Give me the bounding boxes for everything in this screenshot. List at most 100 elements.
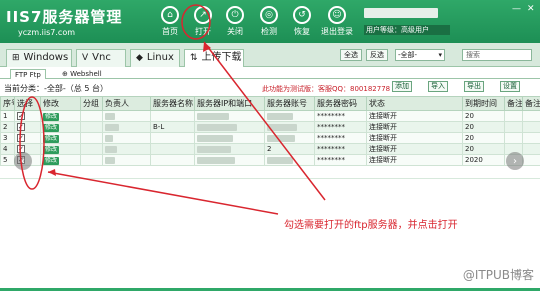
top-toolbar: IIS7服务器管理 yczm.iis7.com ⌂ 首页 ↗ 打开 ⏻ 关闭 ◎…: [0, 0, 540, 43]
user-level: 用户等级：高级用户: [364, 25, 450, 35]
redacted-ip: [197, 134, 233, 142]
tab-linux[interactable]: ◆ Linux: [130, 49, 180, 67]
tab-label: 上传下载: [201, 52, 242, 63]
password-cell: ********: [314, 154, 367, 166]
tab-label: Linux: [146, 52, 174, 63]
col-header: 备注1: [504, 96, 523, 111]
edit-button[interactable]: 修改: [43, 134, 60, 143]
scroll-right-icon[interactable]: ›: [506, 152, 524, 170]
subtab-label: Webshell: [70, 70, 102, 78]
settings-button[interactable]: 设置: [500, 81, 520, 92]
redacted-ip: [197, 112, 229, 120]
arrow-head-checkbox: [48, 169, 56, 176]
redacted-owner: [105, 156, 115, 164]
row-checkbox[interactable]: ✓: [17, 134, 25, 142]
password-cell: ********: [314, 110, 367, 122]
watermark: @ITPUB博客: [462, 268, 534, 282]
status-cell: 连接断开: [366, 110, 463, 122]
webshell-icon: ⊕: [62, 70, 71, 78]
tab-label: Vnc: [92, 52, 111, 63]
logout-button[interactable]: ☺ 退出登录: [318, 6, 356, 37]
detect-button[interactable]: ◎ 检测: [252, 6, 286, 37]
name-cell: [150, 110, 195, 122]
detect-label: 检测: [261, 27, 277, 36]
subtab-ftp[interactable]: FTP Ftp: [10, 69, 46, 79]
col-header: 服务器名称: [150, 96, 195, 111]
transfer-icon: ⇅: [190, 53, 198, 63]
restore-icon: ↺: [293, 6, 311, 24]
col-header: 负责人: [102, 96, 151, 111]
server-table: 序号 选择 修改 分组 负责人 服务器名称 服务器IP和端口 服务器账号 服务器…: [0, 96, 540, 166]
empty-table-area: [0, 178, 540, 288]
status-cell: 连接断开: [366, 143, 463, 155]
row-number: 3: [0, 132, 15, 144]
close-button[interactable]: ⏻ 关闭: [218, 6, 252, 37]
table-row[interactable]: 2 ✓ 修改 B-L ******** 连接断开 20: [0, 121, 540, 133]
group-cell: [80, 121, 103, 133]
export-button[interactable]: 导出: [464, 81, 484, 92]
row-checkbox[interactable]: ✓: [17, 112, 25, 120]
open-label: 打开: [195, 27, 211, 36]
table-row[interactable]: 5 ✓ 修改 ******** 连接断开 2020: [0, 154, 540, 166]
account-cell: 2: [264, 143, 315, 155]
logout-label: 退出登录: [321, 27, 353, 36]
redacted-ip: [197, 145, 231, 153]
username-field: [364, 8, 438, 18]
add-button[interactable]: 添加: [392, 81, 412, 92]
restore-button[interactable]: ↺ 恢复: [285, 6, 319, 37]
minimize-icon[interactable]: —: [512, 4, 521, 14]
open-button[interactable]: ↗ 打开: [186, 6, 220, 37]
import-button[interactable]: 导入: [428, 81, 448, 92]
edit-button[interactable]: 修改: [43, 123, 60, 132]
redacted-account: [267, 134, 295, 142]
select-all-button[interactable]: 全选: [340, 49, 362, 61]
col-header: 选择: [14, 96, 41, 111]
status-cell: 连接断开: [366, 132, 463, 144]
detect-icon: ◎: [260, 6, 278, 24]
main-tabbar: ⊞ Windows V Vnc ◆ Linux ⇅ 上传下载: [0, 43, 540, 67]
edit-button[interactable]: 修改: [43, 145, 60, 154]
search-input[interactable]: 搜索: [462, 49, 532, 61]
col-header: 备注2: [522, 96, 540, 111]
tab-windows[interactable]: ⊞ Windows: [6, 49, 72, 67]
password-cell: ********: [314, 143, 367, 155]
window-close-icon[interactable]: ✕: [527, 4, 535, 14]
redacted-owner: [105, 145, 117, 153]
close-label: 关闭: [227, 27, 243, 36]
col-header: 状态: [366, 96, 463, 111]
invert-select-button[interactable]: 反选: [366, 49, 388, 61]
expire-cell: 2020: [462, 154, 505, 166]
edit-button[interactable]: 修改: [43, 156, 60, 165]
vnc-icon: V: [82, 53, 89, 63]
tab-upload-download[interactable]: ⇅ 上传下载: [184, 49, 244, 67]
group-select[interactable]: -全部- ▾: [395, 49, 445, 61]
name-cell: [150, 143, 195, 155]
instruction-annotation: 勾选需要打开的ftp服务器，并点击打开: [284, 220, 458, 231]
subtab-webshell[interactable]: ⊕ Webshell: [58, 69, 106, 79]
group-select-value: -全部-: [398, 51, 418, 59]
sub-tabbar: FTP Ftp ⊕ Webshell: [0, 68, 540, 79]
group-cell: [80, 132, 103, 144]
scroll-left-icon[interactable]: ‹: [14, 152, 32, 170]
redacted-owner: [105, 134, 113, 142]
row-checkbox[interactable]: ✓: [17, 123, 25, 131]
redacted-ip: [197, 123, 237, 131]
home-button[interactable]: ⌂ 首页: [153, 6, 187, 37]
chevron-down-icon: ▾: [438, 51, 442, 59]
table-row[interactable]: 4 ✓ 修改 2 ******** 连接断开 20: [0, 143, 540, 155]
table-row[interactable]: 3 ✓ 修改 ******** 连接断开 20: [0, 132, 540, 144]
redacted-ip: [197, 156, 235, 164]
windows-icon: ⊞: [12, 53, 20, 63]
password-cell: ********: [314, 121, 367, 133]
app-logo: IIS7服务器管理 yczm.iis7.com: [6, 6, 122, 37]
tab-vnc[interactable]: V Vnc: [76, 49, 126, 67]
status-cell: 连接断开: [366, 121, 463, 133]
name-cell: B-L: [150, 121, 195, 133]
linux-icon: ◆: [136, 53, 143, 63]
edit-button[interactable]: 修改: [43, 112, 60, 121]
row-number: 5: [0, 154, 15, 166]
redacted-owner: [105, 112, 115, 120]
table-row[interactable]: 1 ✓ 修改 ******** 连接断开 20: [0, 110, 540, 122]
password-cell: ********: [314, 132, 367, 144]
col-header: 修改: [40, 96, 81, 111]
